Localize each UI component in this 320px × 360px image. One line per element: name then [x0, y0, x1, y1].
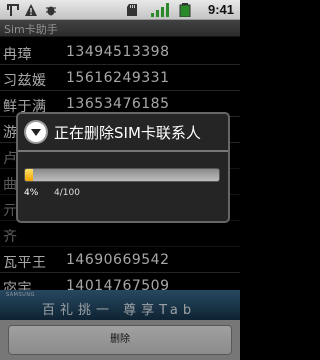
signal-icon	[150, 3, 172, 17]
progress-count: 4/100	[54, 188, 80, 198]
warning-icon	[24, 3, 38, 17]
progress-bar	[24, 168, 220, 182]
progress-dialog: 正在删除SIM卡联系人 4% 4/100	[16, 112, 230, 223]
debug-icon	[44, 3, 58, 17]
clock: 9:41	[207, 2, 234, 17]
progress-bar-fill	[25, 169, 33, 181]
progress-percent: 4%	[24, 188, 39, 198]
dialog-alert-icon	[24, 120, 48, 144]
usb-icon	[4, 3, 19, 17]
dialog-header: 正在删除SIM卡联系人	[18, 114, 228, 152]
status-bar: 9:41	[0, 0, 240, 20]
sd-card-icon	[126, 3, 140, 17]
battery-icon	[178, 3, 192, 17]
dialog-title: 正在删除SIM卡联系人	[54, 124, 201, 142]
